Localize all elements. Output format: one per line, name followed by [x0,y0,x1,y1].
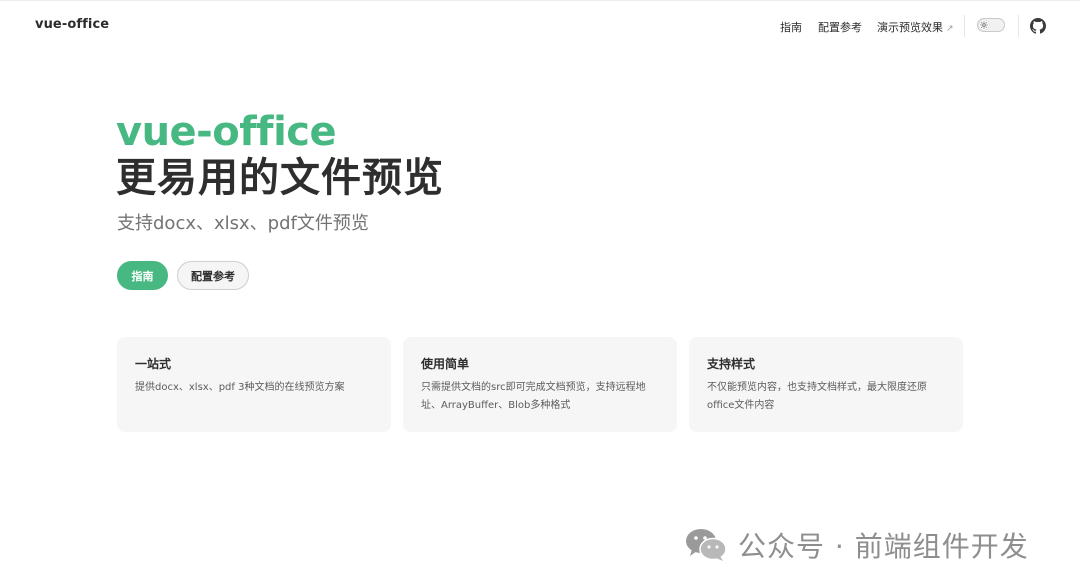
feature-card: 一站式 提供docx、xlsx、pdf 3种文档的在线预览方案 [117,337,391,432]
sun-icon [979,20,989,30]
nav-link-demo-label: 演示预览效果 [877,21,943,34]
nav-link-guide[interactable]: 指南 [780,19,802,35]
watermark: 公众号 · 前端组件开发 [684,525,1029,565]
watermark-text: 公众号 · 前端组件开发 [738,530,1029,563]
feature-title: 支持样式 [707,357,756,371]
nav-link-config-reference[interactable]: 配置参考 [818,19,862,35]
hero-tagline: 支持docx、xlsx、pdf文件预览 [117,213,369,234]
appearance-toggle[interactable] [977,18,1005,32]
feature-details: 不仅能预览内容，也支持文档样式，最大限度还原office文件内容 [707,382,927,411]
feature-details: 提供docx、xlsx、pdf 3种文档的在线预览方案 [135,382,345,393]
nav-link-demo[interactable]: 演示预览效果 ↗ [877,19,954,35]
feature-title: 一站式 [135,357,172,371]
wechat-icon [686,529,727,561]
feature-details: 只需提供文档的src即可完成文档预览，支持远程地址、ArrayBuffer、Bl… [421,382,646,411]
nav-divider [964,15,965,37]
hero-title: 更易用的文件预览 [116,155,444,201]
external-link-icon: ↗ [946,24,954,34]
github-icon[interactable] [1030,18,1046,34]
hero-name: vue-office [116,109,337,155]
feature-title: 使用简单 [421,357,470,371]
feature-card: 支持样式 不仅能预览内容，也支持文档样式，最大限度还原office文件内容 [689,337,963,432]
site-title-link[interactable]: vue-office [35,17,109,32]
nav-divider [1018,15,1019,37]
feature-card: 使用简单 只需提供文档的src即可完成文档预览，支持远程地址、ArrayBuff… [403,337,677,432]
top-navbar: vue-office 指南 配置参考 演示预览效果 ↗ [0,0,1080,50]
config-reference-button[interactable]: 配置参考 [177,261,249,290]
guide-button[interactable]: 指南 [117,261,168,290]
